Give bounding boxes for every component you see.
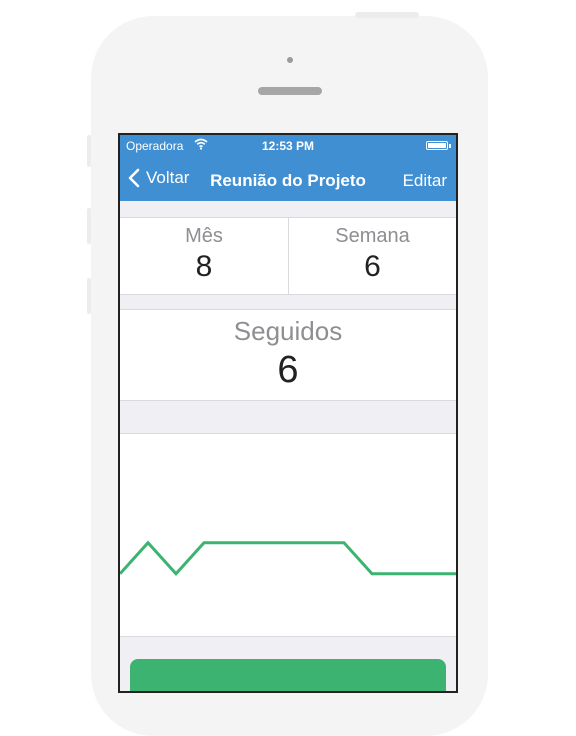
- streak-stat: Seguidos 6: [120, 310, 456, 392]
- front-camera: [287, 57, 293, 63]
- streak-label: Seguidos: [233, 316, 343, 346]
- streak-value: 6: [277, 349, 299, 391]
- status-time: 12:53 PM: [261, 139, 315, 153]
- month-label: Mês: [185, 225, 223, 247]
- month-value: 8: [195, 250, 213, 283]
- week-label: Semana: [335, 225, 410, 247]
- month-stat: Mês 8: [120, 218, 288, 284]
- history-chart: [120, 433, 456, 637]
- chart-svg: [120, 540, 456, 577]
- volume-up-button: [87, 208, 91, 244]
- month-week-card: Mês 8 Semana 6: [120, 217, 456, 295]
- power-button: [355, 12, 419, 18]
- chart-series-line: [120, 540, 456, 577]
- week-value: 6: [364, 250, 381, 283]
- earpiece-speaker: [258, 87, 322, 95]
- volume-down-button: [87, 278, 91, 314]
- battery-icon: [426, 141, 451, 150]
- phone-screen: Operadora 12:53 PM Voltar Reunião do Pro…: [118, 133, 458, 693]
- mute-switch: [87, 135, 91, 167]
- navigation-bar: Voltar Reunião do Projeto Editar: [120, 157, 456, 201]
- edit-button[interactable]: Editar: [403, 171, 447, 191]
- status-bar: Operadora 12:53 PM: [120, 135, 456, 157]
- action-button[interactable]: [130, 659, 446, 691]
- week-stat: Semana 6: [289, 218, 456, 284]
- streak-card: Seguidos 6: [120, 309, 456, 401]
